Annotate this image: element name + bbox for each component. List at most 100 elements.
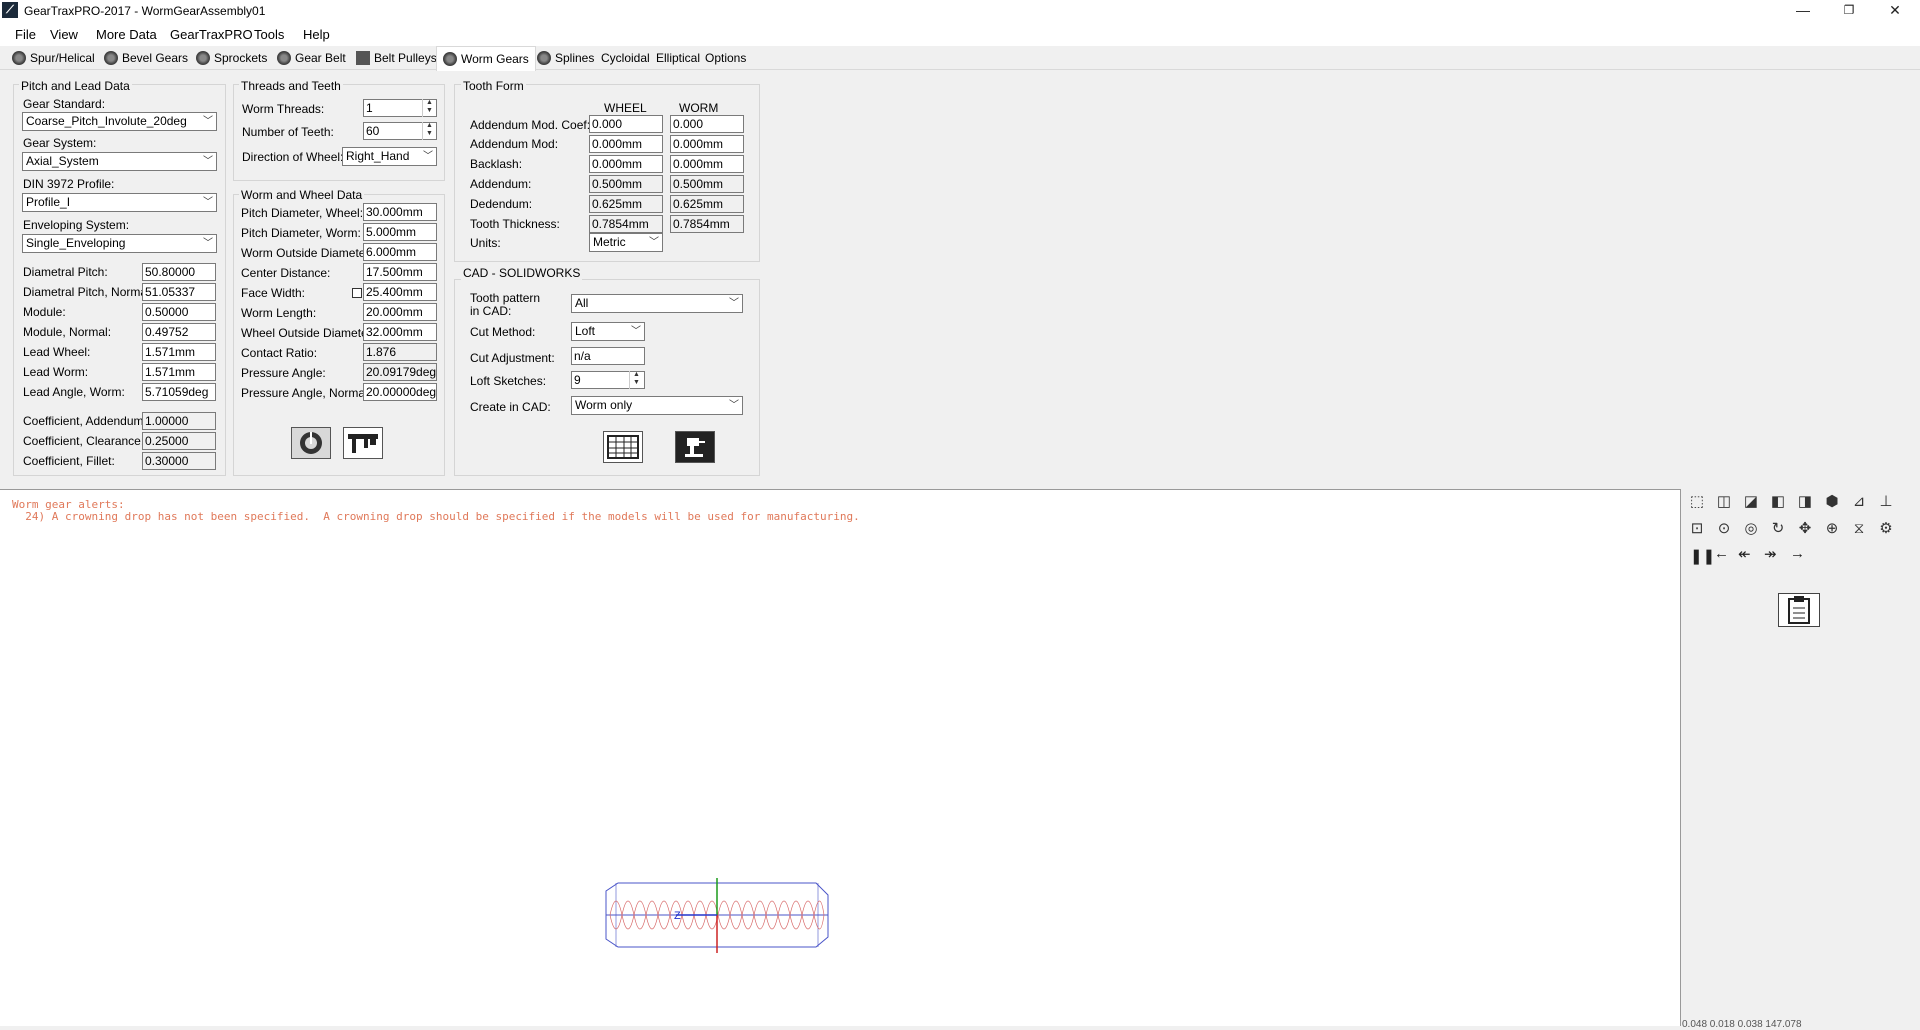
face-width-checkbox[interactable]: [352, 288, 362, 298]
tab-elliptical[interactable]: Elliptical: [654, 49, 700, 70]
gear-pair-icon[interactable]: ⚙: [1876, 519, 1896, 539]
tab-bevel-gears[interactable]: Bevel Gears: [102, 49, 188, 70]
view-back-icon[interactable]: ◪: [1741, 492, 1761, 512]
center-icon[interactable]: ⊕: [1822, 519, 1842, 539]
hourglass-icon[interactable]: ⧖: [1849, 519, 1869, 539]
menu-file[interactable]: File: [15, 27, 36, 42]
wheel-outside-diameter-field[interactable]: 32.000mm: [363, 323, 437, 341]
spin-up-icon[interactable]: ▲: [423, 122, 436, 130]
lead-worm-field[interactable]: 1.571mm: [142, 363, 216, 381]
pan-icon[interactable]: ✥: [1795, 519, 1815, 539]
addendum-worm-field[interactable]: 0.500mm: [670, 175, 744, 193]
view-top-icon[interactable]: ⊿: [1849, 492, 1869, 512]
tooth-pattern-select[interactable]: All ﹀: [571, 294, 743, 313]
spin-down-icon[interactable]: ▼: [630, 379, 643, 387]
lead-wheel-field[interactable]: 1.571mm: [142, 343, 216, 361]
close-button[interactable]: ✕: [1872, 0, 1918, 22]
tab-gear-belt[interactable]: Gear Belt: [275, 49, 346, 70]
tab-label: Elliptical: [656, 51, 701, 65]
spin-up-icon[interactable]: ▲: [630, 371, 643, 379]
worm-outside-diameter-field[interactable]: 6.000mm: [363, 243, 437, 261]
worm-length-field[interactable]: 20.000mm: [363, 303, 437, 321]
spin-up-icon[interactable]: ▲: [423, 99, 436, 107]
face-width-field[interactable]: 25.400mm: [363, 283, 437, 301]
cut-adjustment-field[interactable]: n/a: [571, 347, 645, 365]
view-shaded-icon[interactable]: ⬢: [1822, 492, 1842, 512]
backlash-worm-field[interactable]: 0.000mm: [670, 155, 744, 173]
addendum-mod-wheel-field[interactable]: 0.000mm: [589, 135, 663, 153]
tab-options[interactable]: Options: [703, 49, 746, 70]
tab-spur-helical[interactable]: Spur/Helical: [10, 49, 95, 70]
dedendum-worm-field[interactable]: 0.625mm: [670, 195, 744, 213]
threads-title: Threads and Teeth: [239, 79, 343, 93]
gear-preview-button[interactable]: [291, 427, 331, 459]
coef-fillet-field[interactable]: 0.30000: [142, 452, 216, 470]
diametral-pitch-field[interactable]: 50.80000: [142, 263, 216, 281]
addendum-mod-worm-field[interactable]: 0.000mm: [670, 135, 744, 153]
view-axis-icon[interactable]: ⊥: [1876, 492, 1896, 512]
fast-forward-icon[interactable]: ↠: [1764, 545, 1777, 563]
gear-system-select[interactable]: Axial_System ﹀: [22, 152, 217, 171]
tab-sprockets[interactable]: Sprockets: [194, 49, 267, 70]
gear-standard-select[interactable]: Coarse_Pitch_Involute_20deg ﹀: [22, 112, 217, 131]
center-distance-field[interactable]: 17.500mm: [363, 263, 437, 281]
addendum-wheel-field[interactable]: 0.500mm: [589, 175, 663, 193]
restore-button[interactable]: ❐: [1826, 0, 1872, 22]
pressure-angle-field[interactable]: 20.09179deg: [363, 363, 437, 381]
zoom-icon[interactable]: ◎: [1741, 519, 1761, 539]
fast-back-icon[interactable]: ↞: [1738, 545, 1751, 563]
view-right-icon[interactable]: ◨: [1795, 492, 1815, 512]
contact-ratio-field[interactable]: 1.876: [363, 343, 437, 361]
zoom-fit-icon[interactable]: ⊡: [1687, 519, 1707, 539]
direction-select[interactable]: Right_Hand ﹀: [342, 147, 437, 166]
menu-help[interactable]: Help: [303, 27, 330, 42]
tab-worm-gears[interactable]: Worm Gears: [436, 46, 536, 71]
enveloping-select[interactable]: Single_Enveloping ﹀: [22, 234, 217, 253]
tab-belt-pulleys[interactable]: Belt Pulleys: [354, 49, 437, 70]
worm-threads-spin[interactable]: ▲ ▼: [422, 99, 436, 117]
zoom-area-icon[interactable]: ⊙: [1714, 519, 1734, 539]
loft-sketches-spin[interactable]: ▲ ▼: [629, 371, 643, 389]
dedendum-wheel-field[interactable]: 0.625mm: [589, 195, 663, 213]
rotate-icon[interactable]: ↻: [1768, 519, 1788, 539]
module-normal-field[interactable]: 0.49752: [142, 323, 216, 341]
pressure-angle-normal-field[interactable]: 20.00000deg: [363, 383, 437, 401]
cut-method-select[interactable]: Loft ﹀: [571, 322, 645, 341]
coef-clearance-field[interactable]: 0.25000: [142, 432, 216, 450]
spreadsheet-button[interactable]: [603, 431, 643, 463]
pitch-diameter-wheel-field[interactable]: 30.000mm: [363, 203, 437, 221]
backlash-wheel-field[interactable]: 0.000mm: [589, 155, 663, 173]
teeth-spin[interactable]: ▲ ▼: [422, 122, 436, 140]
clipboard-button[interactable]: [1778, 593, 1820, 627]
create-cad-button[interactable]: [675, 431, 715, 463]
view-left-icon[interactable]: ◧: [1768, 492, 1788, 512]
module-field[interactable]: 0.50000: [142, 303, 216, 321]
tab-splines[interactable]: Splines: [535, 49, 594, 70]
step-back-icon[interactable]: ←: [1714, 545, 1729, 562]
pause-icon[interactable]: ❚❚: [1690, 547, 1715, 565]
create-in-cad-select[interactable]: Worm only ﹀: [571, 396, 743, 415]
tooth-thickness-worm-field[interactable]: 0.7854mm: [670, 215, 744, 233]
spin-down-icon[interactable]: ▼: [423, 107, 436, 115]
spin-down-icon[interactable]: ▼: [423, 130, 436, 138]
tooth-thickness-wheel-field[interactable]: 0.7854mm: [589, 215, 663, 233]
worm-model-view[interactable]: Z: [598, 875, 834, 957]
menu-tools[interactable]: Tools: [254, 27, 284, 42]
minimize-button[interactable]: —: [1780, 0, 1826, 22]
lead-angle-worm-field[interactable]: 5.71059deg: [142, 383, 216, 401]
addendum-mod-coef-wheel-field[interactable]: 0.000: [589, 115, 663, 133]
menu-more-data[interactable]: More Data: [96, 27, 157, 42]
addendum-mod-coef-worm-field[interactable]: 0.000: [670, 115, 744, 133]
caliper-button[interactable]: [343, 427, 383, 459]
units-select[interactable]: Metric ﹀: [589, 233, 663, 252]
pitch-diameter-worm-field[interactable]: 5.000mm: [363, 223, 437, 241]
view-isometric-icon[interactable]: ⬚: [1687, 492, 1707, 512]
diametral-pitch-normal-field[interactable]: 51.05337: [142, 283, 216, 301]
step-forward-icon[interactable]: →: [1790, 545, 1805, 562]
view-front-icon[interactable]: ◫: [1714, 492, 1734, 512]
coef-addendum-field[interactable]: 1.00000: [142, 412, 216, 430]
tab-cycloidal[interactable]: Cycloidal: [599, 49, 650, 70]
din-profile-select[interactable]: Profile_I ﹀: [22, 193, 217, 212]
menu-view[interactable]: View: [50, 27, 78, 42]
menu-geartraxpro[interactable]: GearTraxPRO: [170, 27, 253, 42]
